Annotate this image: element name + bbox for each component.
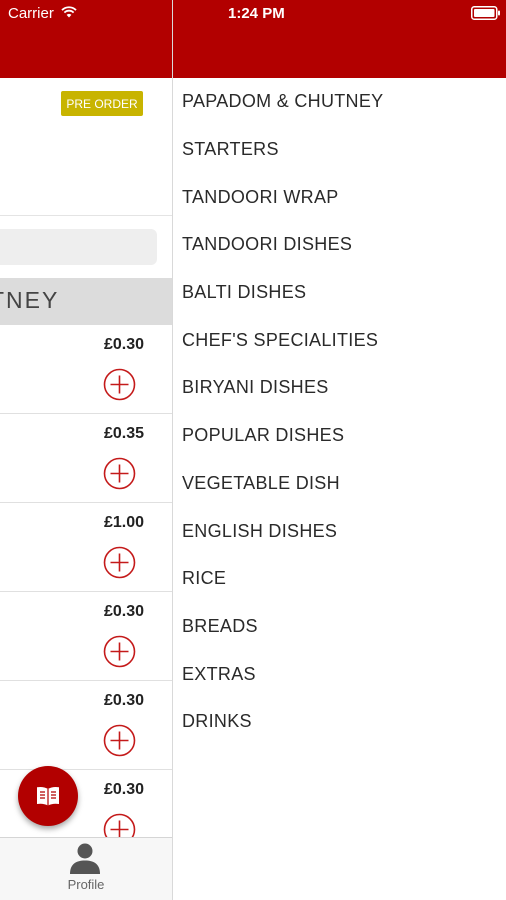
item-price: £0.30 [103, 336, 144, 353]
menu-book-button[interactable] [18, 766, 78, 826]
item-price: £0.30 [103, 692, 144, 709]
category-item[interactable]: CHEF'S SPECIALITIES [182, 316, 502, 364]
category-item[interactable]: TANDOORI WRAP [182, 173, 502, 221]
wifi-icon [61, 6, 77, 18]
carrier-label: Carrier [8, 5, 54, 22]
app-header: Carrier [0, 0, 172, 78]
add-item-button[interactable] [103, 635, 136, 668]
add-item-button[interactable] [103, 457, 136, 490]
menu-item-row[interactable]: £0.30 [0, 325, 172, 414]
tab-bar: Profile [0, 837, 172, 900]
menu-book-icon [37, 786, 59, 806]
menu-item-row[interactable]: £0.30 [0, 681, 172, 770]
category-drawer: 1:24 PM PAPADOM & CHUTNEY STARTERS TANDO… [173, 0, 506, 900]
menu-panel: Carrier PRE ORDER TNEY £0.30 £0.35 £1.00… [0, 0, 172, 900]
divider [0, 215, 172, 216]
category-item[interactable]: RICE [182, 555, 502, 603]
menu-item-row[interactable]: £0.30 [0, 592, 172, 681]
category-item[interactable]: EXTRAS [182, 650, 502, 698]
category-item[interactable]: STARTERS [182, 126, 502, 174]
item-price: £0.35 [103, 425, 144, 442]
category-item[interactable]: DRINKS [182, 698, 502, 746]
search-input[interactable] [0, 229, 157, 265]
menu-item-row[interactable]: £1.00 [0, 503, 172, 592]
category-list: PAPADOM & CHUTNEY STARTERS TANDOORI WRAP… [182, 78, 502, 746]
category-item[interactable]: BALTI DISHES [182, 269, 502, 317]
item-price: £0.30 [103, 781, 144, 798]
preorder-badge[interactable]: PRE ORDER [61, 91, 143, 116]
add-item-button[interactable] [103, 724, 136, 757]
menu-item-row[interactable]: £0.35 [0, 414, 172, 503]
category-item[interactable]: BREADS [182, 603, 502, 651]
item-price: £0.30 [103, 603, 144, 620]
category-item[interactable]: TANDOORI DISHES [182, 221, 502, 269]
section-header: TNEY [0, 278, 172, 325]
section-title: TNEY [0, 287, 60, 313]
category-item[interactable]: PAPADOM & CHUTNEY [182, 78, 502, 126]
category-item[interactable]: ENGLISH DISHES [182, 507, 502, 555]
tab-profile-label[interactable]: Profile [0, 877, 172, 892]
battery-icon [471, 6, 500, 20]
add-item-button[interactable] [103, 546, 136, 579]
category-item[interactable]: BIRYANI DISHES [182, 364, 502, 412]
category-item[interactable]: POPULAR DISHES [182, 412, 502, 460]
add-item-button[interactable] [103, 368, 136, 401]
drawer-header: 1:24 PM [173, 0, 506, 78]
item-price: £1.00 [103, 514, 144, 531]
category-item[interactable]: VEGETABLE DISH [182, 460, 502, 508]
status-time: 1:24 PM [228, 5, 285, 22]
person-icon[interactable] [68, 842, 102, 874]
